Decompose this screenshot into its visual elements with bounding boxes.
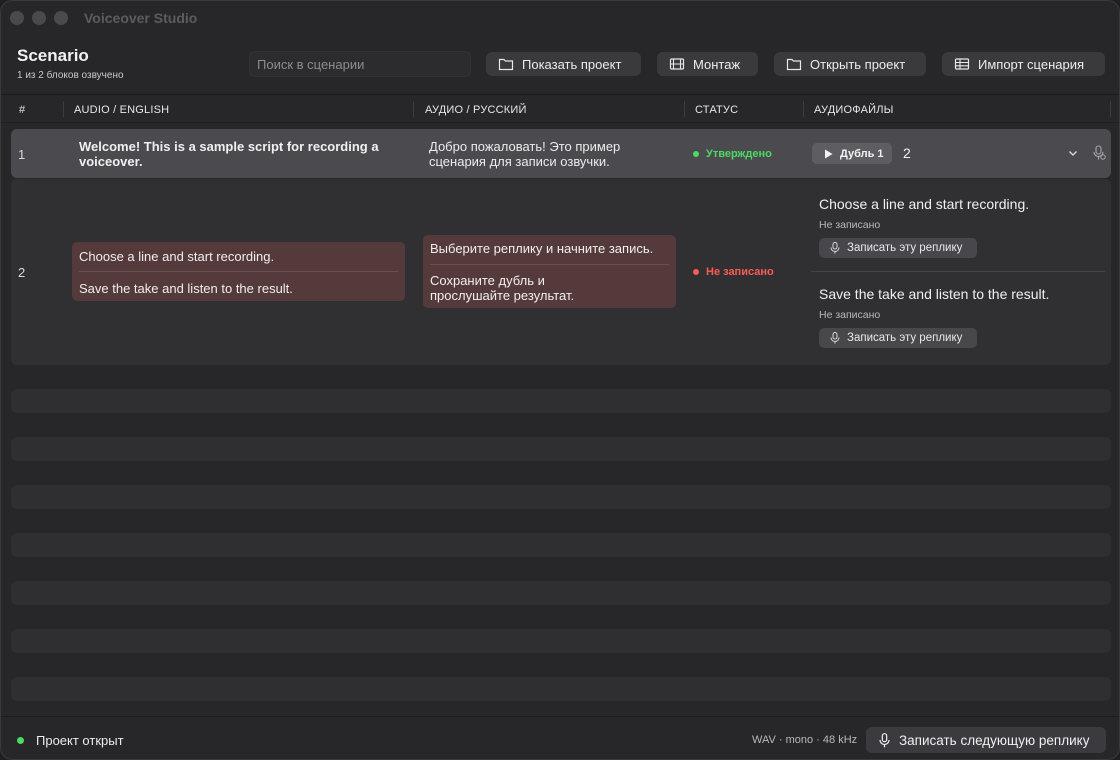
project-status-label: Проект открыт [36,733,124,748]
column-divider[interactable] [684,101,685,117]
window-controls [10,11,68,25]
empty-row-placeholder [11,629,1111,653]
folder-icon [786,58,802,71]
title-bar: Voiceover Studio [1,1,1119,35]
english-line-2[interactable]: Save the take and listen to the result. [79,281,293,296]
empty-row-placeholder [11,677,1111,701]
english-line-1[interactable]: Choose a line and start recording. [79,249,274,264]
empty-row-placeholder [11,533,1111,557]
column-divider[interactable] [63,101,64,117]
column-divider[interactable] [413,101,414,117]
record-next-line-button[interactable]: Записать следующую реплику [866,727,1106,753]
column-header-english: AUDIO / ENGLISH [74,103,170,116]
project-status: Проект открыт [17,733,124,748]
microphone-icon [830,332,840,344]
status-dot-icon [693,151,699,157]
microphone-icon[interactable] [1092,145,1106,161]
column-divider[interactable] [803,101,804,117]
audiofile-line-title: Save the take and listen to the result. [819,286,1050,302]
audio-format: WAV · mono · 48 kHz [752,734,858,746]
row-number: 1 [18,147,26,162]
table-row-1[interactable]: 1 Welcome! This is a sample script for r… [11,129,1111,178]
page-title: Scenario [17,46,89,65]
app-title: Voiceover Studio [84,10,198,26]
status-label: Утверждено [706,148,772,160]
audiofile-state: Не записано [819,309,881,321]
zoom-window-button[interactable] [54,11,68,25]
english-text[interactable]: Welcome! This is a sample script for rec… [79,139,379,169]
empty-row-placeholder [11,437,1111,461]
footer-bar: Проект открыт WAV · mono · 48 kHz Записа… [1,716,1119,759]
app-window: Voiceover Studio Scenario 1 из 2 блоков … [0,0,1120,760]
column-divider[interactable] [1110,101,1111,117]
microphone-icon [879,732,890,747]
take-label: Дубль 1 [840,147,884,160]
empty-row-placeholder [11,485,1111,509]
open-project-button[interactable]: Открыть проект [774,52,926,76]
status-dot-icon [693,269,699,275]
empty-row-placeholder [11,389,1111,413]
microphone-icon [830,242,840,254]
record-line-button[interactable]: Записать эту реплику [819,328,977,348]
import-script-button[interactable]: Импорт сценария [942,52,1105,76]
montage-label: Монтаж [693,56,741,72]
montage-button[interactable]: Монтаж [657,52,758,76]
column-header-status: СТАТУС [695,103,739,116]
russian-line-1[interactable]: Выберите реплику и начните запись. [430,241,670,256]
play-icon [825,149,833,158]
record-line-label: Записать эту реплику [847,242,963,254]
close-window-button[interactable] [10,11,24,25]
status-dot-icon [17,737,24,744]
film-icon [669,58,685,70]
audiofile-state: Не записано [819,219,881,231]
table-row-2[interactable]: 2 Choose a line and start recording. Sav… [11,179,1111,365]
record-next-line-label: Записать следующую реплику [899,732,1090,748]
record-line-button[interactable]: Записать эту реплику [819,238,977,258]
status-badge: Утверждено [693,148,772,160]
row-number: 2 [18,265,26,280]
search-input[interactable] [249,51,471,77]
audiofile-line-title: Choose a line and start recording. [819,196,1030,212]
header: Scenario 1 из 2 блоков озвучено Показать… [1,35,1119,95]
record-line-label: Записать эту реплику [847,332,963,344]
status-badge: Не записано [693,266,774,278]
column-header-row: # AUDIO / ENGLISH АУДИО / РУССКИЙ СТАТУС… [1,96,1119,123]
table-icon [954,58,970,70]
show-project-button[interactable]: Показать проект [486,52,641,76]
line-separator [79,271,398,272]
audiofile-divider [811,271,1105,272]
take-count: 2 [903,145,911,161]
minimize-window-button[interactable] [32,11,46,25]
russian-line-2[interactable]: Сохраните дубль и прослушайте результат. [430,273,600,303]
progress-text: 1 из 2 блоков озвучено [17,70,124,81]
line-separator [430,264,669,265]
column-header-russian: АУДИО / РУССКИЙ [425,103,527,116]
open-project-label: Открыть проект [810,56,906,72]
column-header-number: # [19,103,26,116]
english-lines-block[interactable]: Choose a line and start recording. Save … [72,242,405,301]
status-label: Не записано [706,266,774,278]
folder-icon [498,58,514,71]
show-project-label: Показать проект [522,56,622,72]
import-script-label: Импорт сценария [978,56,1085,72]
chevron-down-icon[interactable] [1068,148,1078,158]
column-header-audiofiles: АУДИОФАЙЛЫ [814,103,894,116]
play-take-button[interactable]: Дубль 1 [812,143,892,164]
russian-text[interactable]: Добро пожаловать! Это пример сценария дл… [429,139,679,169]
empty-row-placeholder [11,581,1111,605]
russian-lines-block[interactable]: Выберите реплику и начните запись. Сохра… [423,235,676,308]
